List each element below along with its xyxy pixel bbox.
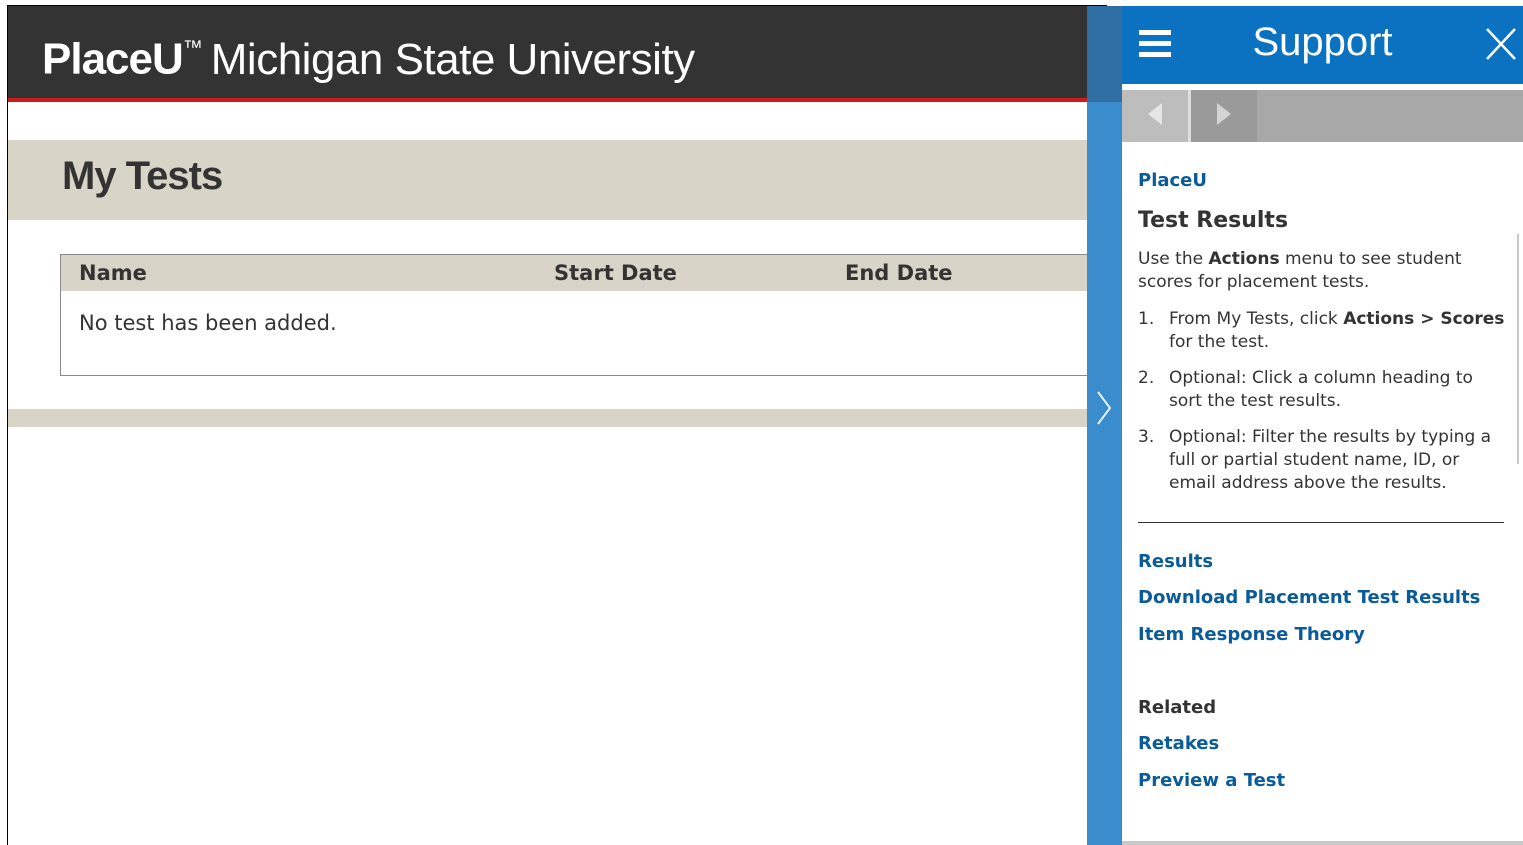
brand-name: PlaceU (42, 34, 184, 84)
link-download-placement-test-results[interactable]: Download Placement Test Results (1138, 587, 1480, 608)
link-item-response-theory[interactable]: Item Response Theory (1138, 624, 1365, 645)
related-heading: Related (1138, 697, 1217, 718)
trademark-symbol: ™ (182, 37, 203, 59)
link-retakes[interactable]: Retakes (1138, 733, 1219, 754)
column-header-name[interactable]: Name (79, 261, 147, 285)
support-bottom-edge (1122, 841, 1523, 845)
support-panel: Support PlaceU Test Results Use the Acti… (1122, 6, 1523, 845)
intro-text: Use the Actions menu to see student scor… (1138, 249, 1462, 292)
table-header-row: Name Start Date End Date (61, 255, 1100, 291)
page-title-band: My Tests (8, 140, 1098, 220)
app-header: PlaceU™ Michigan State University (8, 6, 1098, 102)
step-item: 2. Optional: Click a column heading to so… (1138, 368, 1473, 411)
section-divider (1138, 522, 1504, 523)
step-bold-term: Actions > Scores (1343, 309, 1505, 329)
forward-button[interactable] (1191, 90, 1257, 142)
triangle-left-icon (1146, 102, 1164, 130)
link-preview-a-test[interactable]: Preview a Test (1138, 770, 1285, 791)
back-button[interactable] (1122, 90, 1188, 142)
footer-band (8, 409, 1098, 427)
column-header-end-date[interactable]: End Date (845, 261, 953, 285)
close-icon[interactable] (1485, 26, 1517, 62)
empty-table-message: No test has been added. (79, 311, 337, 335)
page-title: My Tests (62, 154, 223, 198)
steps-list: 1. From My Tests, click Actions > Scores … (1138, 308, 1508, 508)
support-scrollbar[interactable] (1517, 234, 1519, 464)
tests-table: Name Start Date End Date No test has bee… (60, 254, 1100, 376)
support-title: Support (1252, 20, 1393, 64)
support-history-nav (1122, 90, 1523, 142)
link-results[interactable]: Results (1138, 551, 1213, 572)
topic-title: Test Results (1138, 208, 1289, 233)
intro-bold-term: Actions (1208, 249, 1280, 269)
support-header: Support (1122, 6, 1523, 84)
chevron-right-icon[interactable] (1092, 388, 1116, 428)
triangle-right-icon (1215, 102, 1233, 130)
step-item: 1. From My Tests, click Actions > Scores … (1138, 309, 1505, 352)
university-name: Michigan State University (210, 34, 695, 84)
support-rail-header (1087, 6, 1122, 102)
column-header-start-date[interactable]: Start Date (554, 261, 677, 285)
step-item: 3. Optional: Filter the results by typing… (1138, 427, 1492, 493)
breadcrumb-link[interactable]: PlaceU (1138, 170, 1207, 191)
brand[interactable]: PlaceU™ Michigan State University (42, 26, 695, 86)
